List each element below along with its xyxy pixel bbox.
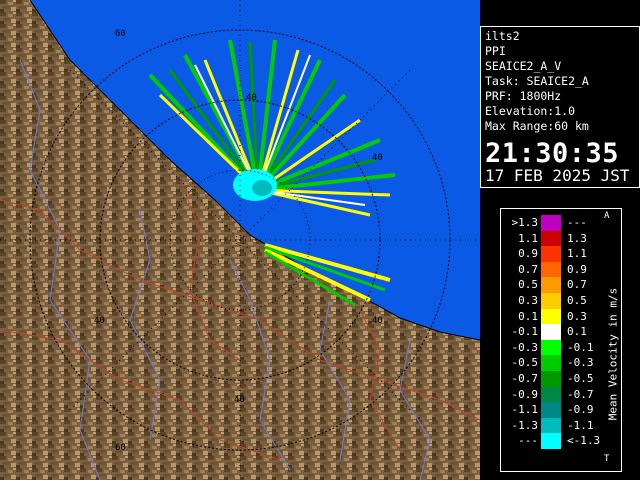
scale-high-label: 0.3 xyxy=(567,309,587,323)
scale-high-label: -0.9 xyxy=(567,403,594,417)
scale-swatch xyxy=(541,417,561,434)
scale-swatch xyxy=(541,355,561,371)
scale-swatch xyxy=(541,371,561,387)
scale-swatch xyxy=(541,339,561,356)
scale-low-label: 0.1 xyxy=(518,309,538,323)
scale-marker-top: A xyxy=(604,211,610,221)
scale-low-label: 1.1 xyxy=(518,231,538,245)
ring-label-60-bottom: 60 xyxy=(115,443,126,453)
max-range-value: Max Range:60 km xyxy=(485,119,589,133)
task-name: Task: SEAICE2_A xyxy=(485,74,589,88)
ring-label-40-top: 40 xyxy=(246,93,257,103)
scan-mode: PPI xyxy=(485,44,506,58)
scale-title: Mean Velocity in m/s xyxy=(606,287,620,421)
ring-label-40-rightlow: 40 xyxy=(372,316,383,326)
scale-low-label: 0.7 xyxy=(518,262,538,276)
scale-high-label: -0.1 xyxy=(567,340,594,354)
prf-value: PRF: 1800Hz xyxy=(485,89,562,103)
scale-low-label: -0.9 xyxy=(511,387,539,401)
scale-swatch xyxy=(541,215,561,231)
ring-label-40-bottom: 40 xyxy=(234,395,245,405)
scale-high-label: 0.1 xyxy=(567,325,587,339)
scale-low-label: --- xyxy=(518,434,538,448)
scale-swatch xyxy=(541,433,561,449)
scan-date: 17 FEB 2025 JST xyxy=(485,166,630,185)
scale-swatch xyxy=(541,308,561,325)
station-name: ilts2 xyxy=(485,29,520,43)
info-panel: ilts2 PPI SEAICE2_A_V Task: SEAICE2_A PR… xyxy=(480,26,640,188)
scale-high-label: --- xyxy=(567,216,587,229)
scale-swatch xyxy=(541,277,561,293)
ring-label-40-right: 40 xyxy=(372,153,383,163)
scale-high-label: 0.9 xyxy=(567,262,587,276)
scale-high-label: -1.1 xyxy=(567,418,594,432)
scale-swatch xyxy=(541,230,561,247)
scale-low-label: -0.7 xyxy=(511,372,539,385)
scale-swatch xyxy=(541,293,561,309)
scale-low-label: -1.1 xyxy=(511,403,539,417)
ring-label-60-top: 60 xyxy=(115,29,126,39)
scale-swatch xyxy=(541,246,561,262)
scale-swatch xyxy=(541,386,561,403)
scale-low-label: -0.1 xyxy=(511,325,539,339)
radar-ppi-map[interactable]: 60 40 40 40 40 40 60 xyxy=(0,0,480,480)
scale-high-label: 0.5 xyxy=(567,294,587,307)
scale-low-label: 0.3 xyxy=(518,294,538,307)
scan-time: 21:30:35 xyxy=(485,138,620,169)
scale-high-label: 0.7 xyxy=(567,278,587,292)
scale-high-label: -0.3 xyxy=(567,356,594,370)
echo-core-inner xyxy=(252,180,272,196)
elevation-value: Elevation:1.0 xyxy=(485,104,576,118)
scale-swatch xyxy=(541,261,561,278)
scale-high-label: 1.1 xyxy=(567,247,587,261)
scale-low-label: -1.3 xyxy=(511,418,539,432)
scale-high-label: -0.7 xyxy=(567,387,594,401)
scale-low-label: 0.5 xyxy=(518,278,538,292)
scale-high-label: 1.3 xyxy=(567,231,587,245)
scale-swatch xyxy=(541,324,561,340)
scale-high-label: <-1.3 xyxy=(567,434,601,448)
scale-low-label: -0.3 xyxy=(511,340,539,354)
scale-marker-bottom: T xyxy=(604,454,610,464)
scale-low-label: -0.5 xyxy=(511,356,539,370)
product-name: SEAICE2_A_V xyxy=(485,59,562,73)
scale-low-label: >1.3 xyxy=(511,216,539,229)
scale-high-label: -0.5 xyxy=(567,372,594,385)
ring-label-40-left: 40 xyxy=(94,316,105,326)
velocity-color-scale: >1.3 --- 1.1 1.3 0.9 1.1 0.7 0.9 0.5 0.7 0.3 0.5 0.1… xyxy=(500,208,622,472)
scale-low-label: 0.9 xyxy=(518,247,538,261)
scale-swatch xyxy=(541,402,561,418)
